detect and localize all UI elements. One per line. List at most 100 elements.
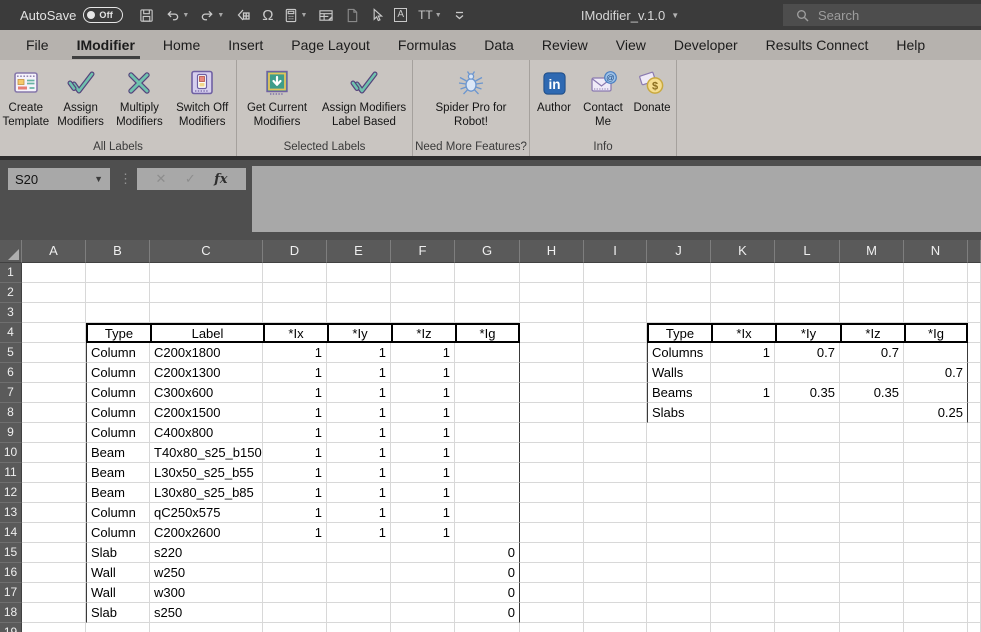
cell-N5[interactable] (904, 343, 968, 363)
redo-button[interactable]: ▼ (200, 8, 224, 23)
cell-M15[interactable] (840, 543, 904, 563)
cell-J17[interactable] (647, 583, 711, 603)
tab-review[interactable]: Review (528, 30, 602, 60)
cell-tail-16[interactable] (968, 563, 981, 583)
cell-A10[interactable] (22, 443, 86, 463)
insert-function-icon[interactable]: fx (214, 172, 227, 187)
calculator-dropdown-icon[interactable]: ▼ (300, 12, 307, 19)
col-header-M[interactable]: M (840, 240, 904, 263)
cell-N6[interactable]: 0.7 (904, 363, 968, 383)
cell-A13[interactable] (22, 503, 86, 523)
row-header-16[interactable]: 16 (0, 563, 22, 583)
cell-D3[interactable] (263, 303, 327, 323)
cell-B16[interactable]: Wall (86, 563, 150, 583)
cell-M5[interactable]: 0.7 (840, 343, 904, 363)
cell-K13[interactable] (711, 503, 775, 523)
cell-A4[interactable] (22, 323, 86, 343)
multiply-modifiers-button[interactable]: Multiply Modifiers (110, 67, 168, 129)
cell-H8[interactable] (520, 403, 584, 423)
cell-C9[interactable]: C400x800 (150, 423, 263, 443)
cell-B9[interactable]: Column (86, 423, 150, 443)
cell-J13[interactable] (647, 503, 711, 523)
cell-K4[interactable]: *Ix (711, 323, 775, 343)
donate-button[interactable]: $ Donate (629, 67, 675, 115)
cell-A2[interactable] (22, 283, 86, 303)
cell-G18[interactable]: 0 (455, 603, 520, 623)
tab-imodifier[interactable]: IModifier (63, 30, 149, 60)
cell-M1[interactable] (840, 263, 904, 283)
undo-dropdown-icon[interactable]: ▼ (182, 12, 189, 19)
cell-M8[interactable] (840, 403, 904, 423)
cell-B17[interactable]: Wall (86, 583, 150, 603)
cell-tail-3[interactable] (968, 303, 981, 323)
insert-symbol-button[interactable]: Ω (262, 8, 273, 23)
cell-B14[interactable]: Column (86, 523, 150, 543)
tab-data[interactable]: Data (470, 30, 528, 60)
cell-N12[interactable] (904, 483, 968, 503)
cell-K2[interactable] (711, 283, 775, 303)
cell-I17[interactable] (584, 583, 647, 603)
tab-file[interactable]: File (12, 30, 63, 60)
cell-K10[interactable] (711, 443, 775, 463)
cell-C13[interactable]: qC250x575 (150, 503, 263, 523)
cell-C10[interactable]: T40x80_s25_b150 (150, 443, 263, 463)
cell-H15[interactable] (520, 543, 584, 563)
cell-M11[interactable] (840, 463, 904, 483)
cell-L11[interactable] (775, 463, 840, 483)
cell-tail-11[interactable] (968, 463, 981, 483)
cell-I8[interactable] (584, 403, 647, 423)
cell-tail-15[interactable] (968, 543, 981, 563)
cell-M6[interactable] (840, 363, 904, 383)
cell-G12[interactable] (455, 483, 520, 503)
cell-M9[interactable] (840, 423, 904, 443)
cell-I2[interactable] (584, 283, 647, 303)
cell-D6[interactable]: 1 (263, 363, 327, 383)
cell-E1[interactable] (327, 263, 391, 283)
get-current-modifiers-button[interactable]: Get Current Modifiers (238, 67, 316, 129)
tab-results-connect[interactable]: Results Connect (752, 30, 883, 60)
cell-N13[interactable] (904, 503, 968, 523)
cell-N1[interactable] (904, 263, 968, 283)
cell-K16[interactable] (711, 563, 775, 583)
col-header-I[interactable]: I (584, 240, 647, 263)
cell-I4[interactable] (584, 323, 647, 343)
cell-L19[interactable] (775, 623, 840, 632)
name-box-dropdown-icon[interactable]: ▼ (94, 174, 103, 184)
cell-F16[interactable] (391, 563, 455, 583)
row-header-9[interactable]: 9 (0, 423, 22, 443)
cell-N4[interactable]: *Ig (904, 323, 968, 343)
cell-B5[interactable]: Column (86, 343, 150, 363)
cell-L1[interactable] (775, 263, 840, 283)
cell-E11[interactable]: 1 (327, 463, 391, 483)
cell-tail-8[interactable] (968, 403, 981, 423)
cell-N10[interactable] (904, 443, 968, 463)
cell-G6[interactable] (455, 363, 520, 383)
cell-A5[interactable] (22, 343, 86, 363)
cell-D8[interactable]: 1 (263, 403, 327, 423)
cell-M12[interactable] (840, 483, 904, 503)
document-button[interactable] (345, 8, 359, 23)
cell-tail-7[interactable] (968, 383, 981, 403)
cell-I1[interactable] (584, 263, 647, 283)
cell-H4[interactable] (520, 323, 584, 343)
cell-E13[interactable]: 1 (327, 503, 391, 523)
cell-H11[interactable] (520, 463, 584, 483)
cell-C3[interactable] (150, 303, 263, 323)
cell-M10[interactable] (840, 443, 904, 463)
cell-E15[interactable] (327, 543, 391, 563)
row-header-17[interactable]: 17 (0, 583, 22, 603)
cell-A14[interactable] (22, 523, 86, 543)
row-header-4[interactable]: 4 (0, 323, 22, 343)
cell-L17[interactable] (775, 583, 840, 603)
cell-H14[interactable] (520, 523, 584, 543)
search-input[interactable]: Search (783, 4, 981, 26)
cell-L8[interactable] (775, 403, 840, 423)
cell-G1[interactable] (455, 263, 520, 283)
cell-B18[interactable]: Slab (86, 603, 150, 623)
cell-K6[interactable] (711, 363, 775, 383)
cell-I9[interactable] (584, 423, 647, 443)
cell-G2[interactable] (455, 283, 520, 303)
cell-E9[interactable]: 1 (327, 423, 391, 443)
cell-B6[interactable]: Column (86, 363, 150, 383)
cell-F14[interactable]: 1 (391, 523, 455, 543)
